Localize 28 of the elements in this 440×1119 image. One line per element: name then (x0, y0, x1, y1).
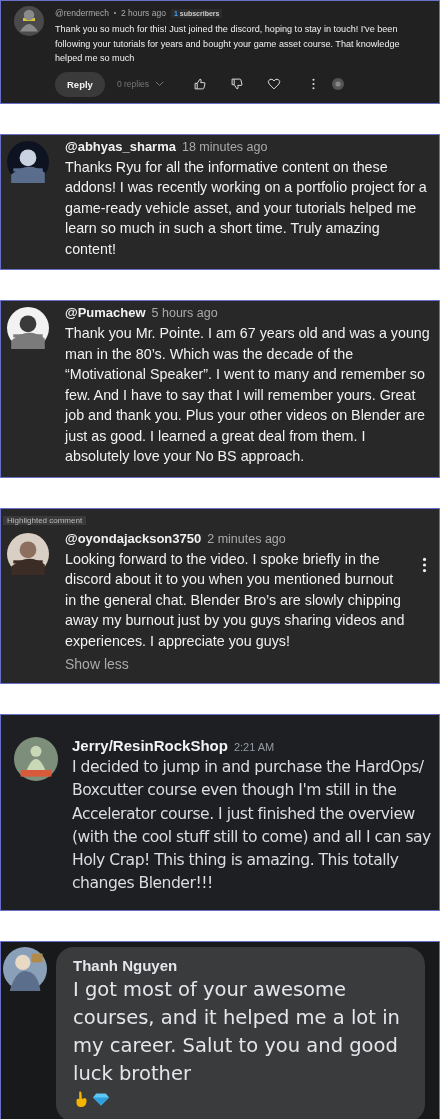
author-name[interactable]: @rendermech (55, 8, 109, 18)
timestamp: 2:21 AM (233, 741, 275, 753)
timestamp: 18 minutes ago (181, 139, 268, 154)
author-name[interactable]: Thanh Nguyen (73, 956, 409, 974)
thumbs-up-icon[interactable] (193, 77, 207, 91)
creator-avatar-icon (332, 78, 344, 90)
message-text: I decided to jump in and purchase the HardOps/ Boxcutter course even though I'm still in the Accelerator course. I just finished the overview (with the cool stuff still to come) and all I can say Holy Crap! This thing is amazing. This totally changes Blender!!! (72, 757, 432, 895)
thumbs-down-icon[interactable] (230, 77, 244, 91)
comment-text: Thanks Ryu for all the informative content on these addons! I was recently working on a portfolio project for a game-ready vehicle asset, and your tutorials helped me learn so much in such a short time. Truly amazing content! (65, 157, 428, 259)
timestamp: 5 hours ago (151, 306, 218, 320)
reply-button[interactable]: Reply (55, 71, 105, 97)
replies-toggle[interactable]: 0 replies (110, 78, 170, 90)
chevron-down-icon[interactable] (155, 81, 164, 87)
heart-icon[interactable] (267, 77, 281, 91)
comment-text: Thank you so much for this! Just joined the discord, hoping to stay in touch! I've been following your tutorials for years and bought your game asset course. That knowledge helped me so much (55, 23, 401, 65)
comment-text: Looking forward to the video. I spoke briefly in the discord about it to you when you mentioned burnout in the general chat. Blender Bro’s are slowly chipping away my burnout just by you guys sharing videos and experiences. I appreciate you guys! (65, 549, 406, 651)
show-less-link[interactable]: Show less (65, 656, 129, 672)
author-name[interactable]: @oyondajackson3750 (65, 530, 202, 546)
highlighted-label: Highlighted comment (3, 515, 87, 525)
author-name[interactable]: Jerry/ResinRockShop (72, 737, 228, 754)
author-name[interactable]: @abhyas_sharma (65, 138, 176, 154)
more-options-icon[interactable] (422, 556, 427, 573)
timestamp: 2 minutes ago (207, 531, 286, 546)
author-name[interactable]: @Pumachew (65, 305, 146, 320)
more-options-icon[interactable] (311, 77, 316, 91)
timestamp: 2 hours ago (121, 8, 166, 18)
comment-text: Thank you Mr. Pointe. I am 67 years old and was a young man in the 80’s. Which was the decade of the “Motivational Speaker”. I went to many and remember so few. And I have to say that I will remember yours. Great job and thank you. Plus your other videos on Blender are just as good. I learned a great deal from them. I absolutely love your No BS approach. (65, 324, 431, 466)
comment-text: I got most of your awesome courses, and it helped me a lot in my career. Salut to you and good luck brother (73, 976, 401, 1087)
